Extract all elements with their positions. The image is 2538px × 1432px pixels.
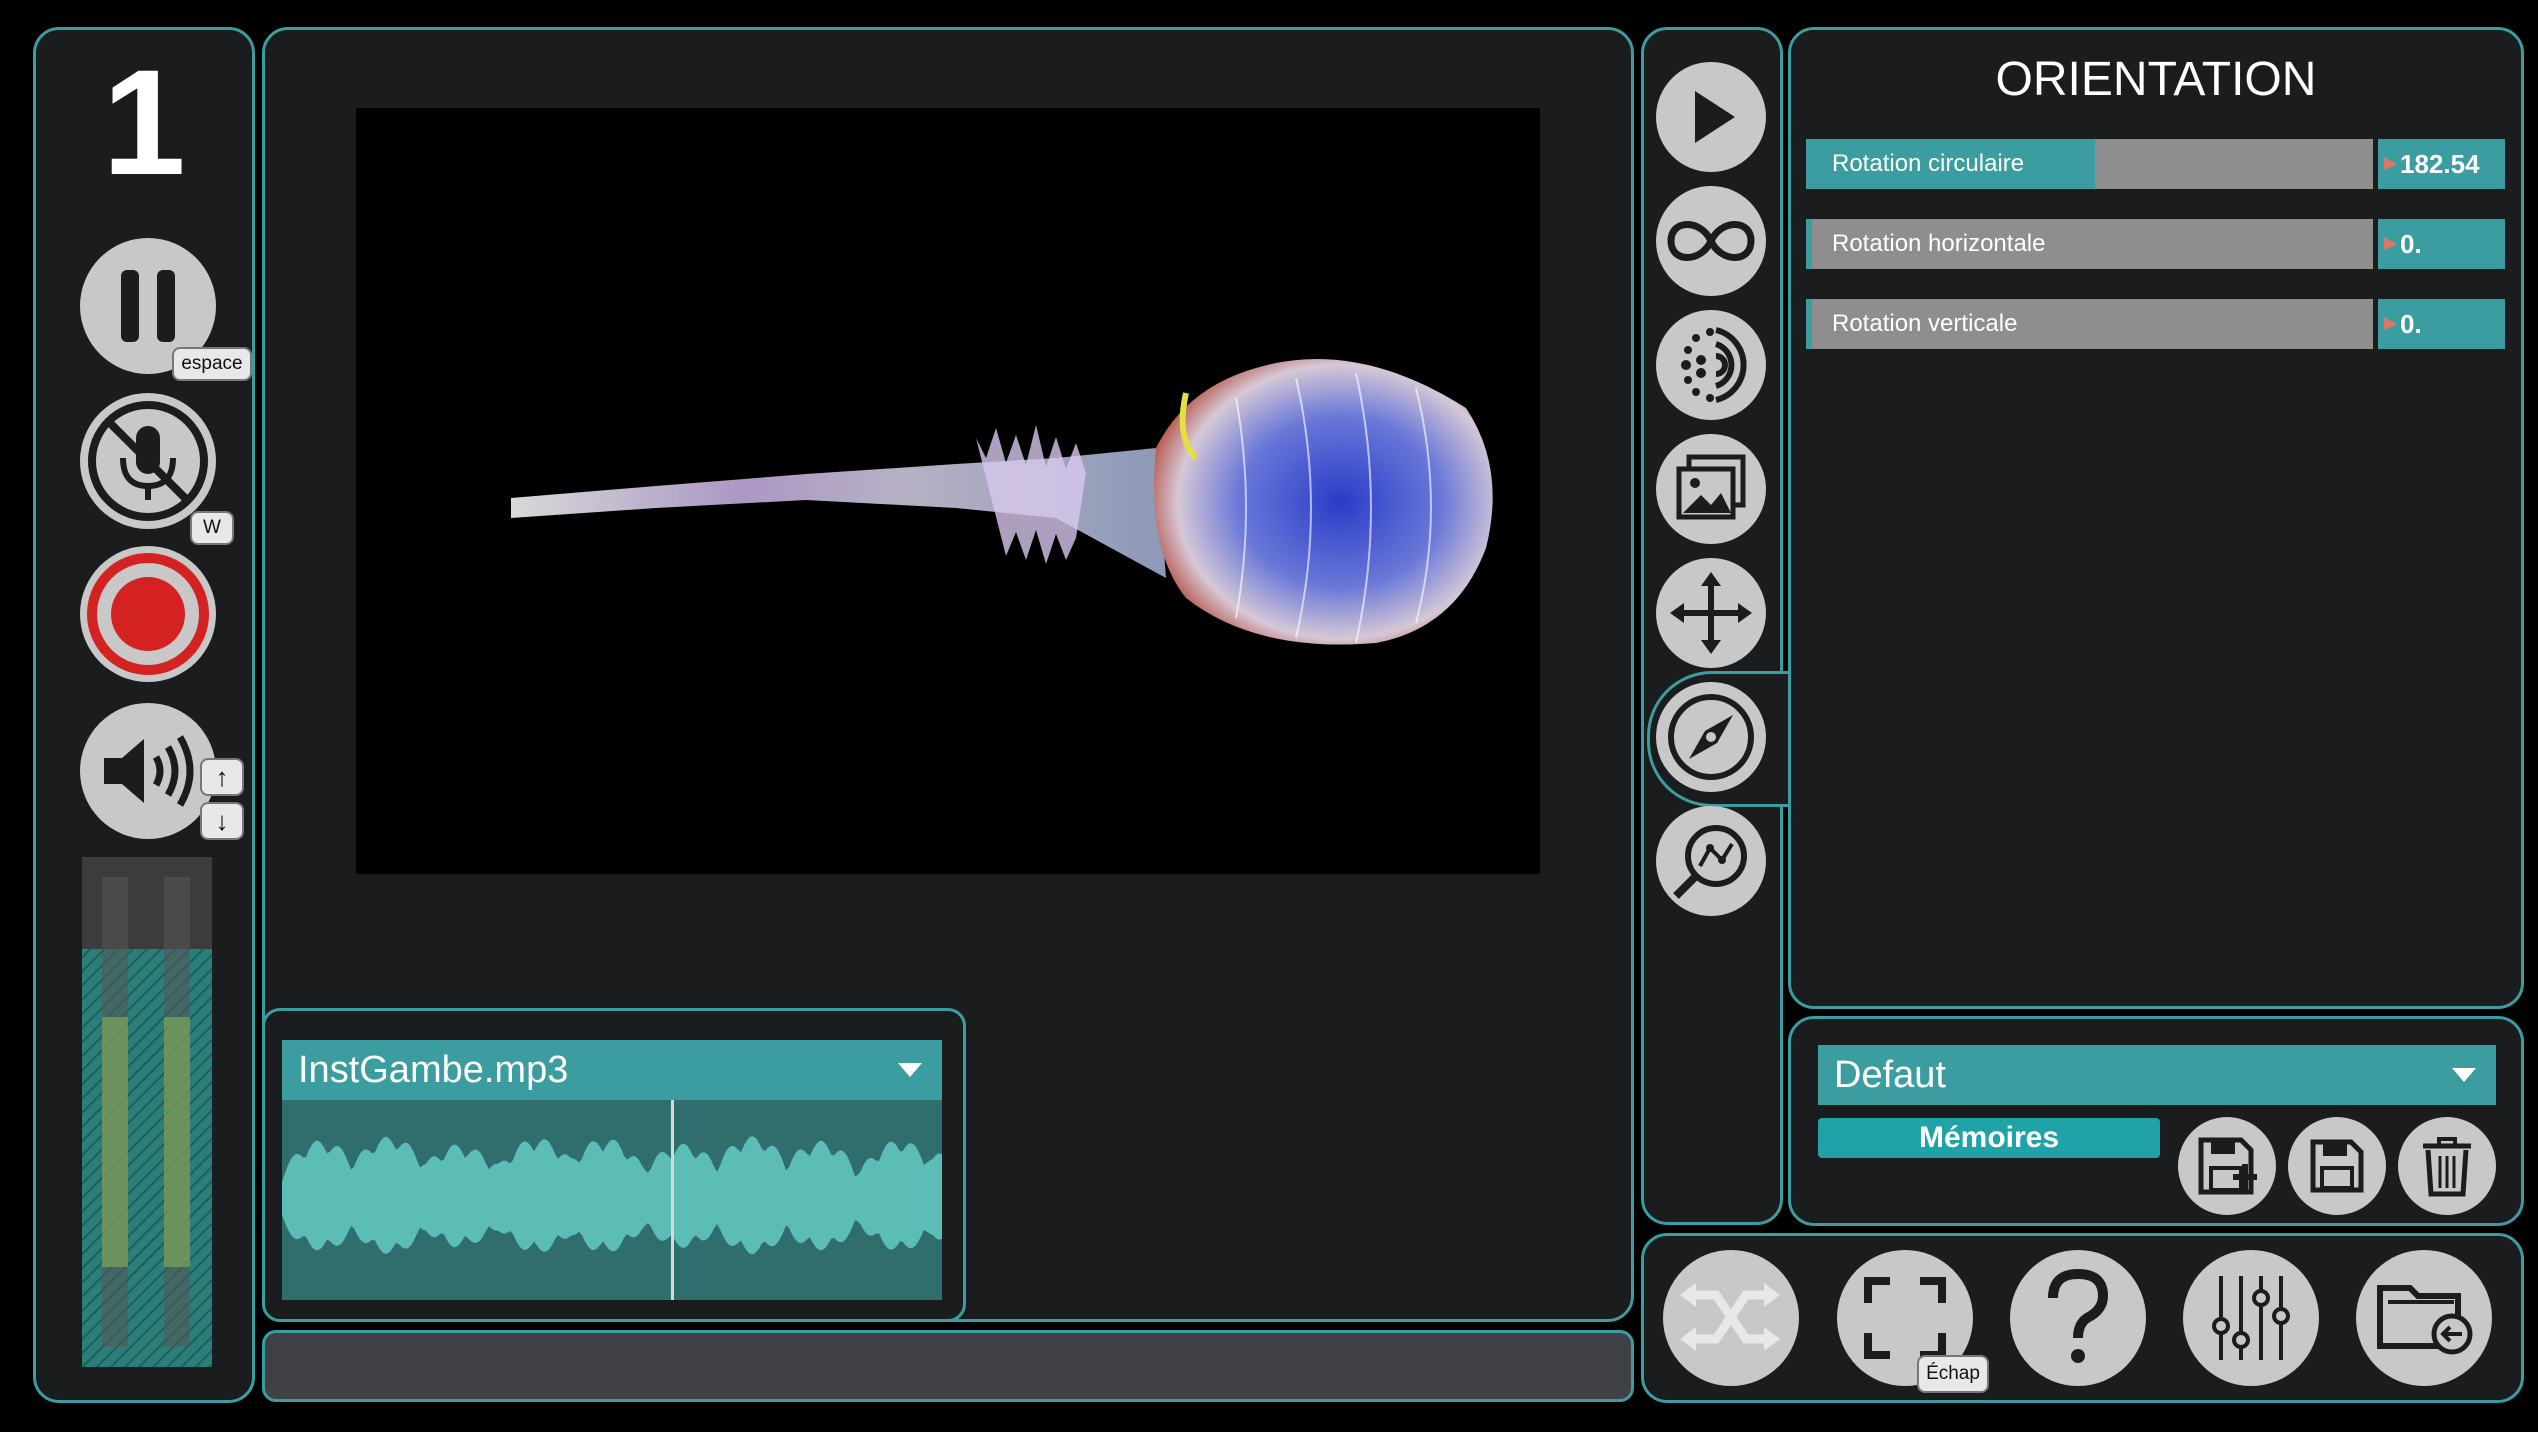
slider-value-field[interactable]: ▶ 0. bbox=[2378, 219, 2505, 269]
orientation-tool-button[interactable] bbox=[1656, 682, 1766, 792]
preset-selected: Defaut bbox=[1834, 1054, 1946, 1096]
slider-label: Rotation circulaire bbox=[1832, 150, 2025, 177]
volume-button[interactable] bbox=[80, 703, 216, 839]
microphone-shortcut-key: W bbox=[190, 511, 234, 545]
particles-icon bbox=[1681, 327, 1747, 403]
vu-meter bbox=[82, 857, 212, 1367]
audio-filename: InstGambe.mp3 bbox=[298, 1049, 569, 1091]
compass-icon bbox=[1668, 694, 1754, 780]
help-button[interactable] bbox=[2010, 1250, 2146, 1386]
save-preset-button[interactable] bbox=[2288, 1117, 2386, 1215]
image-icon bbox=[1676, 454, 1746, 520]
volume-up-key[interactable]: ↑ bbox=[200, 758, 244, 796]
zoom-curve-icon bbox=[1673, 825, 1747, 899]
waveform-sculpture bbox=[511, 359, 1493, 645]
image-tool-button[interactable] bbox=[1656, 434, 1766, 544]
save-new-icon bbox=[2198, 1137, 2257, 1195]
volume-down-key[interactable]: ↓ bbox=[200, 802, 244, 840]
record-icon bbox=[87, 553, 209, 675]
slider-rotation-verticale[interactable]: Rotation verticale ▶ 0. bbox=[1806, 299, 2506, 349]
slider-fill bbox=[1806, 219, 1812, 269]
move-icon bbox=[1670, 572, 1752, 654]
analysis-tool-button[interactable] bbox=[1656, 806, 1766, 916]
waveform-shape bbox=[282, 1136, 942, 1255]
trash-icon bbox=[2423, 1137, 2471, 1197]
preset-select[interactable]: Defaut bbox=[1818, 1045, 2496, 1105]
slider-label: Rotation horizontale bbox=[1832, 230, 2046, 257]
mixer-icon bbox=[2212, 1276, 2290, 1360]
play-tool-button[interactable] bbox=[1656, 62, 1766, 172]
microphone-button[interactable] bbox=[80, 393, 216, 529]
slider-value: 0. bbox=[2400, 309, 2422, 339]
fullscreen-icon bbox=[1864, 1277, 1946, 1359]
slider-value-field[interactable]: ▶ 0. bbox=[2378, 299, 2505, 349]
fullscreen-shortcut-key: Échap bbox=[1917, 1355, 1989, 1393]
playhead[interactable] bbox=[671, 1100, 675, 1300]
panel-title: ORIENTATION bbox=[1995, 53, 2317, 106]
slider-value: 182.54 bbox=[2400, 149, 2480, 179]
pause-icon bbox=[121, 270, 175, 342]
delete-preset-button[interactable] bbox=[2398, 1117, 2496, 1215]
save-new-preset-button[interactable] bbox=[2178, 1117, 2276, 1215]
slider-value-field[interactable]: ▶ 182.54 bbox=[2378, 139, 2505, 189]
audio-file-select[interactable]: InstGambe.mp3 bbox=[282, 1040, 942, 1100]
chevron-down-icon bbox=[2452, 1068, 2476, 1082]
chevron-down-icon bbox=[898, 1063, 922, 1077]
move-tool-button[interactable] bbox=[1656, 558, 1766, 668]
folder-open-icon bbox=[2377, 1285, 2473, 1355]
visualization-canvas[interactable] bbox=[356, 108, 1540, 874]
microphone-muted-icon bbox=[88, 401, 208, 521]
status-bar bbox=[262, 1330, 1634, 1402]
slider-fill bbox=[1806, 299, 1812, 349]
slider-label: Rotation verticale bbox=[1832, 310, 2018, 337]
loop-tool-button[interactable] bbox=[1656, 186, 1766, 296]
play-icon bbox=[1695, 91, 1735, 143]
track-number: 1 bbox=[102, 38, 186, 206]
open-folder-button[interactable] bbox=[2356, 1250, 2492, 1386]
slider-value: 0. bbox=[2400, 229, 2422, 259]
shuffle-icon bbox=[1680, 1283, 1780, 1351]
help-icon bbox=[2048, 1268, 2109, 1363]
shuffle-button[interactable] bbox=[1663, 1250, 1799, 1386]
slider-rotation-horizontale[interactable]: Rotation horizontale ▶ 0. bbox=[1806, 219, 2506, 269]
speaker-icon bbox=[104, 735, 194, 807]
slider-rotation-circulaire[interactable]: Rotation circulaire ▶ 182.54 bbox=[1806, 139, 2506, 189]
pause-shortcut-key: espace bbox=[172, 347, 252, 381]
mixer-button[interactable] bbox=[2183, 1250, 2319, 1386]
particles-tool-button[interactable] bbox=[1656, 310, 1766, 420]
audio-waveform[interactable] bbox=[282, 1100, 942, 1300]
record-button[interactable] bbox=[80, 546, 216, 682]
infinity-icon bbox=[1667, 221, 1755, 261]
save-icon bbox=[2310, 1139, 2364, 1193]
memories-button[interactable]: Mémoires bbox=[1818, 1118, 2160, 1158]
